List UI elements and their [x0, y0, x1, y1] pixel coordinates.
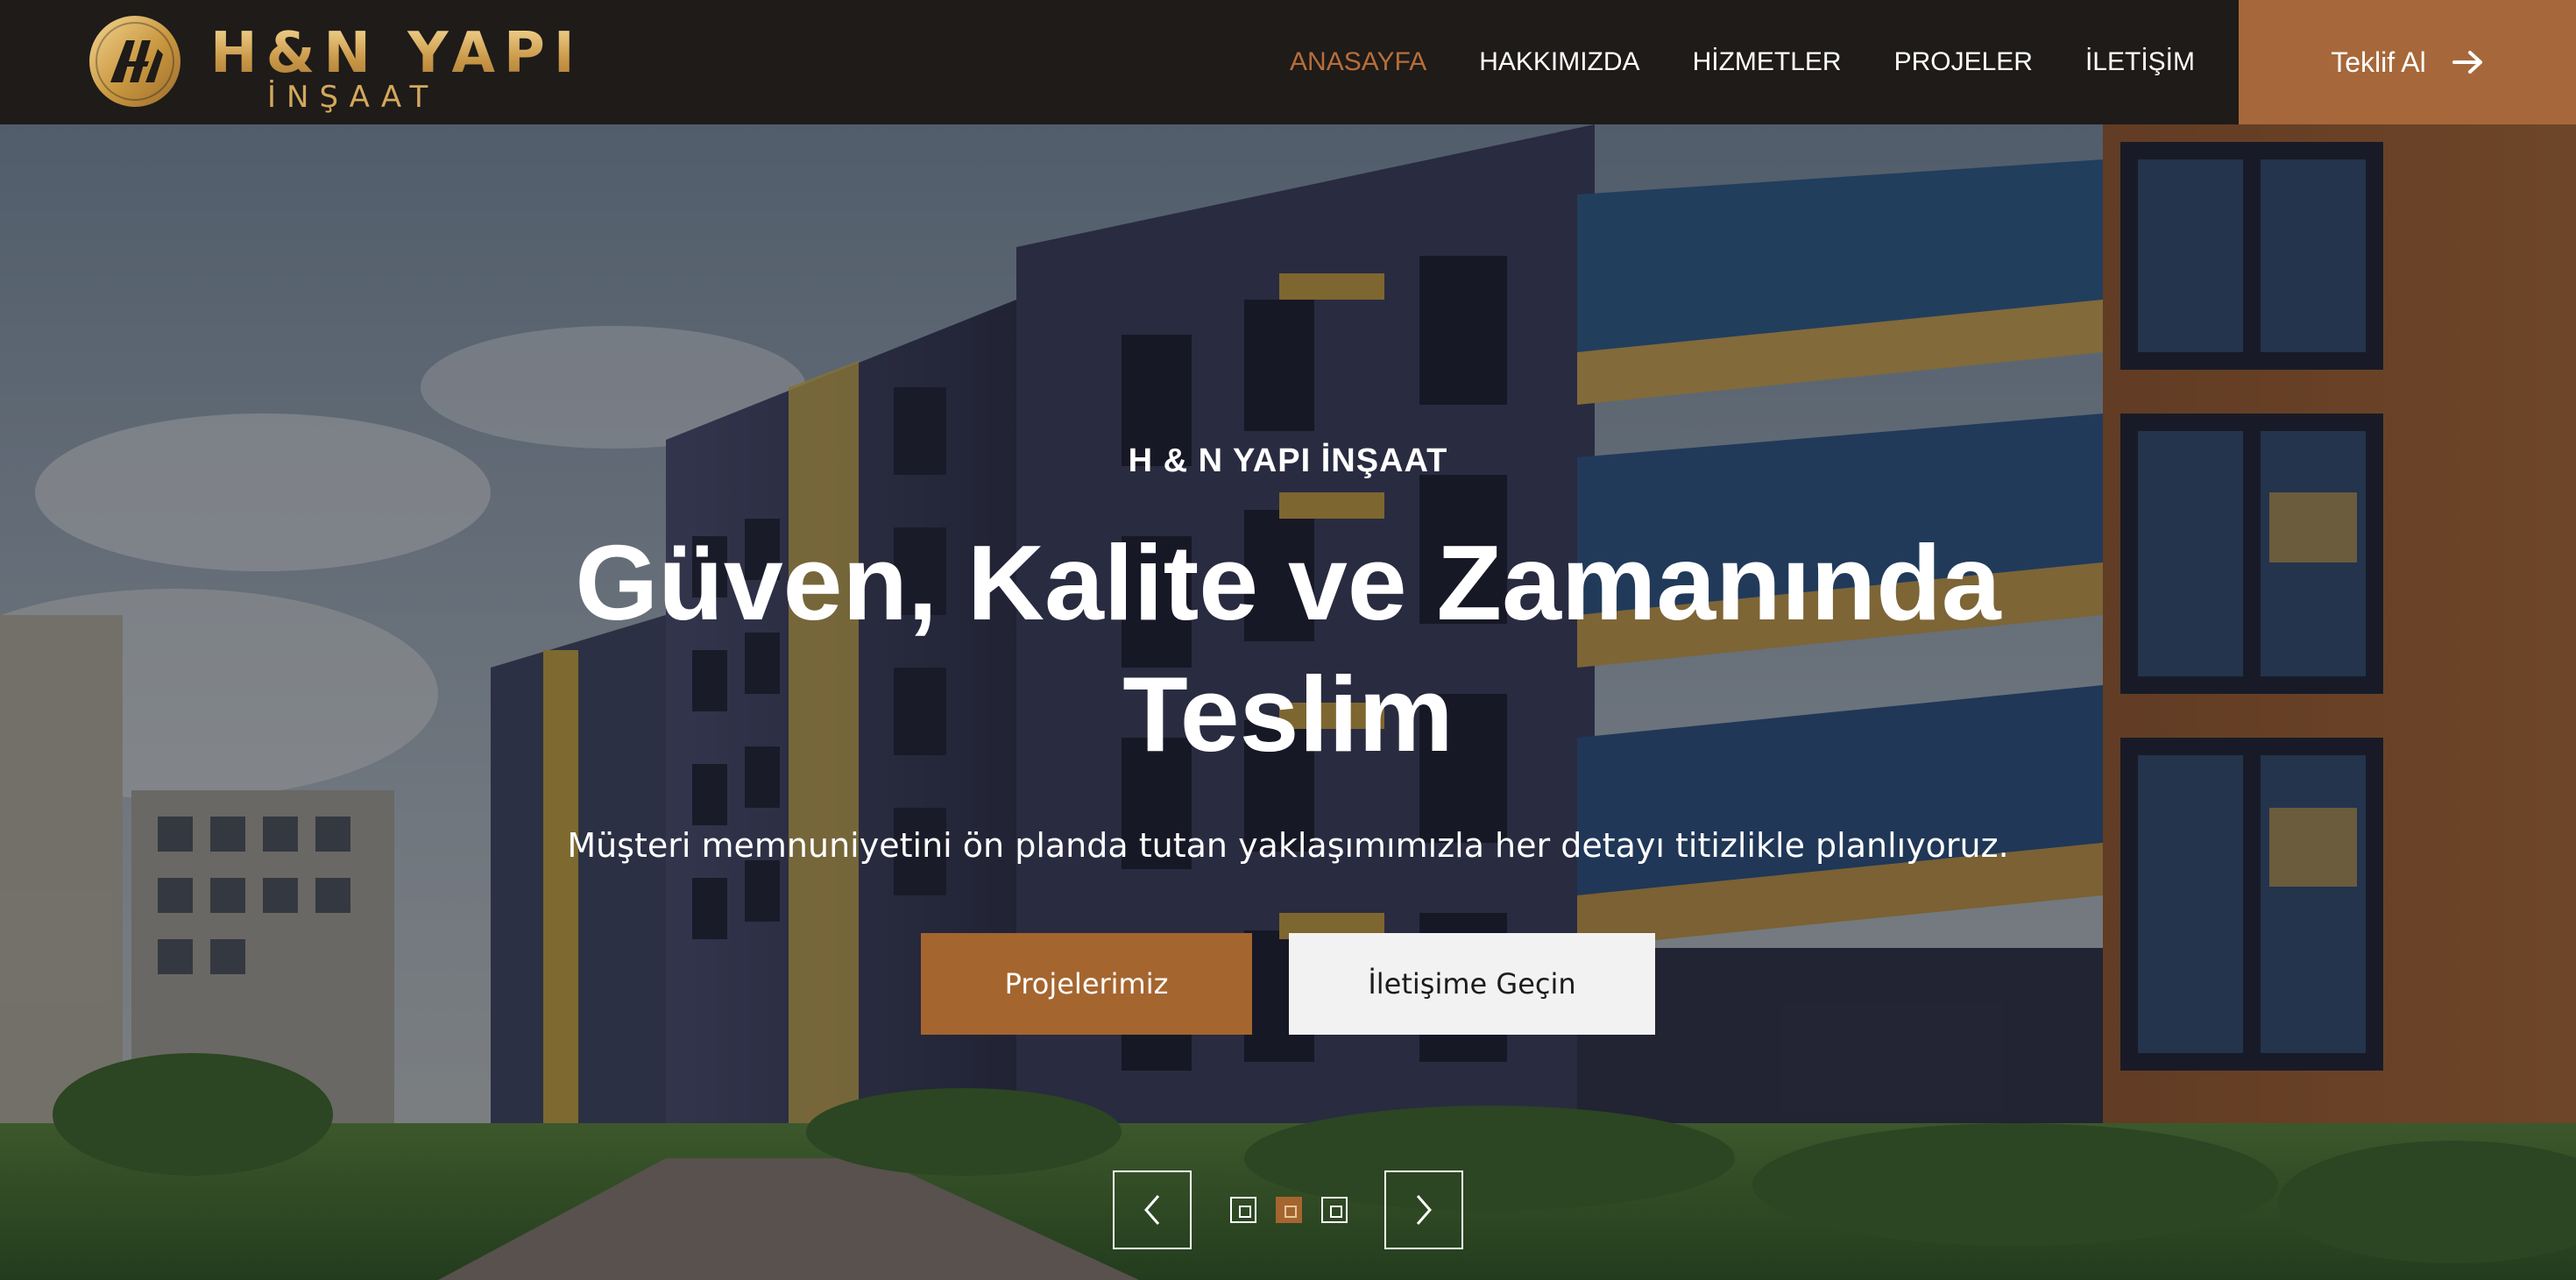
hero-section: H & N YAPI İNŞAAT Güven, Kalite ve Zaman…	[0, 124, 2576, 1280]
hero-content: H & N YAPI İNŞAAT Güven, Kalite ve Zaman…	[0, 440, 2576, 1035]
quote-button[interactable]: Teklif Al	[2239, 0, 2576, 124]
prev-slide-button[interactable]	[1113, 1170, 1192, 1249]
site-logo[interactable]: H&N YAPI İNŞAAT	[88, 12, 575, 115]
nav-item-hakkimizda[interactable]: HAKKIMIZDA	[1479, 47, 1639, 77]
brand-subtitle: İNŞAAT	[267, 80, 439, 115]
chevron-left-icon	[1144, 1195, 1160, 1225]
nav-item-iletisim[interactable]: İLETİŞİM	[2085, 47, 2195, 77]
quote-button-label: Teklif Al	[2331, 46, 2426, 78]
nav-item-anasayfa[interactable]: ANASAYFA	[1290, 47, 1426, 77]
slide-dot-3[interactable]	[1321, 1197, 1348, 1223]
hero-eyebrow: H & N YAPI İNŞAAT	[1128, 442, 1448, 479]
chevron-right-icon	[1416, 1195, 1432, 1225]
navbar: H&N YAPI İNŞAAT ANASAYFA HAKKIMIZDA HİZM…	[0, 0, 2576, 124]
slide-dots	[1230, 1197, 1348, 1223]
slide-dot-1[interactable]	[1230, 1197, 1256, 1223]
main-nav: ANASAYFA HAKKIMIZDA HİZMETLER PROJELER İ…	[1237, 0, 2195, 124]
logo-mark-icon	[89, 16, 180, 107]
arrow-right-icon	[2452, 51, 2482, 74]
nav-item-hizmetler[interactable]: HİZMETLER	[1693, 47, 1842, 77]
brand-name: H&N YAPI	[210, 21, 584, 86]
next-slide-button[interactable]	[1384, 1170, 1463, 1249]
slide-dot-2[interactable]	[1276, 1197, 1302, 1223]
projects-button[interactable]: Projelerimiz	[921, 933, 1252, 1035]
hero-buttons: Projelerimiz İletişime Geçin	[0, 933, 2576, 1035]
hero-headline: Güven, Kalite ve Zamanında Teslim	[575, 523, 2001, 774]
nav-item-projeler[interactable]: PROJELER	[1894, 47, 2033, 77]
hero-subtext: Müşteri memnuniyetini ön planda tutan ya…	[567, 826, 2009, 865]
contact-button[interactable]: İletişime Geçin	[1289, 933, 1655, 1035]
slider-controls	[0, 1170, 2576, 1251]
